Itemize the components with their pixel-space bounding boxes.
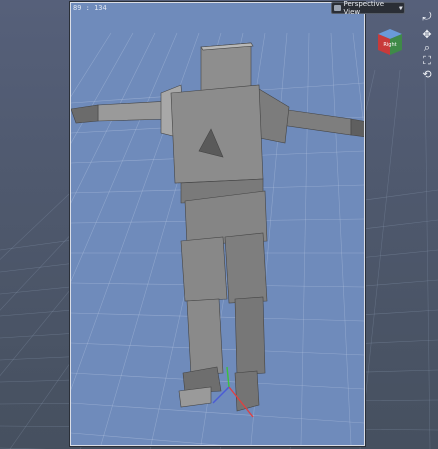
camera-selector[interactable]: Perspective View ▾ bbox=[331, 0, 405, 16]
reset-icon[interactable]: ⟲ bbox=[420, 68, 434, 82]
zoom-icon[interactable]: ⌕ bbox=[420, 41, 434, 55]
camera-label: Perspective View bbox=[343, 0, 385, 16]
render-frame[interactable] bbox=[70, 2, 365, 446]
pan-icon[interactable]: ✥ bbox=[420, 28, 434, 42]
viewport-menu-button[interactable]: ▾ bbox=[396, 2, 406, 14]
blocky-figure[interactable] bbox=[71, 3, 364, 445]
camera-icon bbox=[334, 5, 341, 11]
view-cube-label: Right bbox=[383, 42, 396, 48]
view-cube[interactable]: Right bbox=[377, 28, 403, 56]
fit-icon[interactable]: ⛶ bbox=[420, 54, 434, 68]
poly-stats: 89 : 134 bbox=[73, 4, 107, 12]
frame-icon[interactable]: ⤾ bbox=[420, 10, 434, 24]
